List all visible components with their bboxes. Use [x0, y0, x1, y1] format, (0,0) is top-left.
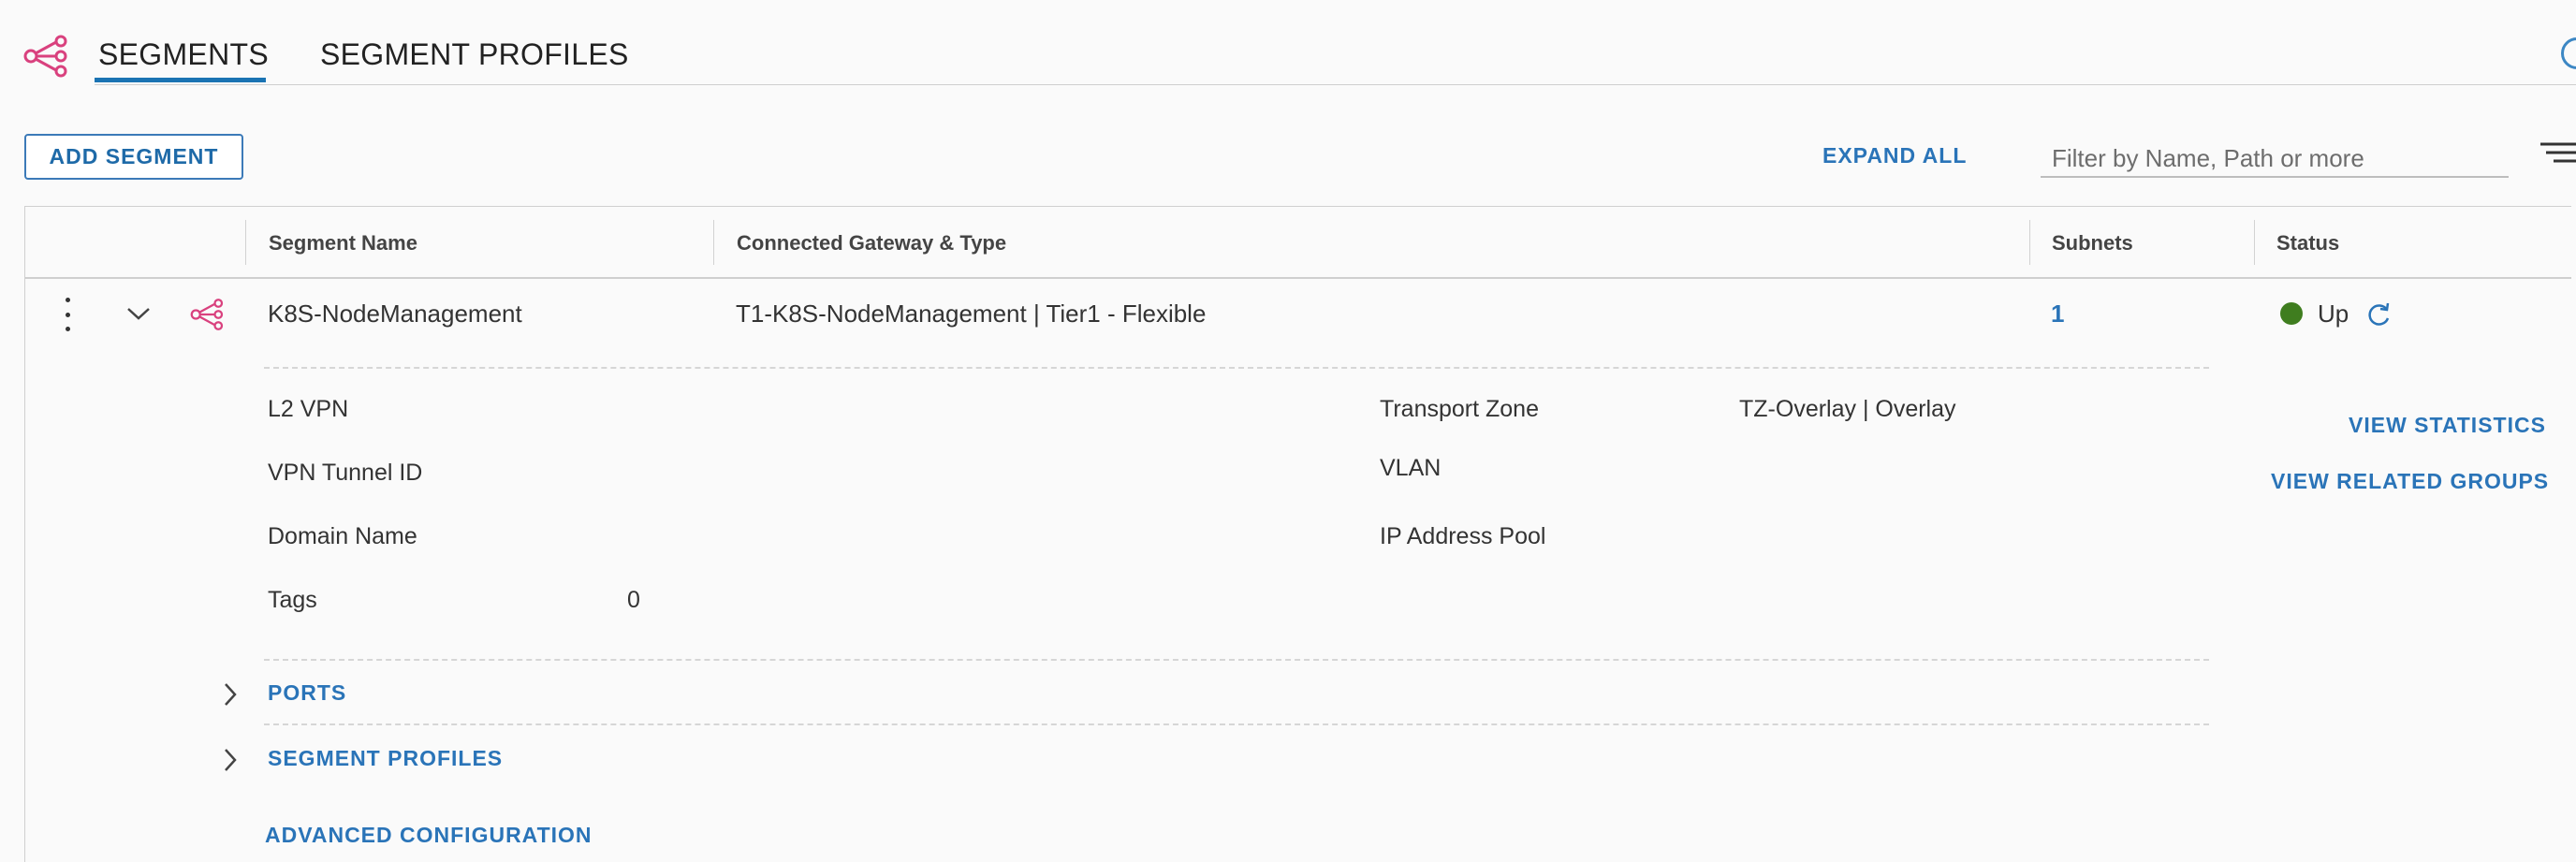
filter-icon[interactable]: [2539, 140, 2576, 168]
chevron-down-icon[interactable]: [125, 304, 152, 323]
segment-profiles-link[interactable]: SEGMENT PROFILES: [268, 746, 503, 771]
filter-input[interactable]: [2041, 131, 2509, 178]
vpn-tunnel-id-label: VPN Tunnel ID: [268, 460, 423, 486]
table-header: Segment Name Connected Gateway & Type Su…: [25, 207, 2571, 279]
status-indicator: [2280, 302, 2303, 325]
segment-name[interactable]: K8S-NodeManagement: [268, 300, 522, 329]
column-status[interactable]: Status: [2276, 231, 2339, 256]
connected-gateway: T1-K8S-NodeManagement | Tier1 - Flexible: [736, 300, 1207, 328]
l2-vpn-label: L2 VPN: [268, 396, 349, 422]
transport-zone-label: Transport Zone: [1380, 396, 1539, 422]
tags-label: Tags: [268, 587, 317, 613]
row-divider: [264, 367, 2209, 369]
transport-zone-value: TZ-Overlay | Overlay: [1739, 396, 1956, 422]
column-connected-gateway[interactable]: Connected Gateway & Type: [737, 231, 1006, 256]
tab-segments[interactable]: SEGMENTS: [98, 37, 269, 72]
subnets-count[interactable]: 1: [2051, 300, 2064, 329]
section-divider: [264, 659, 2209, 661]
column-subnets[interactable]: Subnets: [2052, 231, 2133, 256]
chevron-right-icon[interactable]: [221, 747, 240, 773]
domain-name-label: Domain Name: [268, 523, 417, 549]
view-related-groups-link[interactable]: VIEW RELATED GROUPS: [2271, 469, 2549, 494]
segment-row-icon: [190, 299, 224, 330]
column-separator: [245, 220, 246, 265]
tab-segment-profiles[interactable]: SEGMENT PROFILES: [320, 37, 629, 72]
vlan-label: VLAN: [1380, 455, 1442, 481]
column-segment-name[interactable]: Segment Name: [269, 231, 417, 256]
refresh-icon[interactable]: [2364, 301, 2393, 329]
advanced-configuration-link[interactable]: ADVANCED CONFIGURATION: [265, 823, 593, 848]
expand-all-button[interactable]: EXPAND ALL: [1822, 143, 1967, 168]
help-icon[interactable]: [2561, 37, 2576, 69]
segments-icon: [23, 35, 67, 78]
status-text: Up: [2318, 300, 2349, 328]
section-divider: [264, 723, 2209, 725]
ports-link[interactable]: PORTS: [268, 680, 346, 706]
more-vertical-icon[interactable]: [64, 298, 71, 331]
active-tab-indicator: [95, 78, 266, 82]
column-separator: [2029, 220, 2030, 265]
view-statistics-link[interactable]: VIEW STATISTICS: [2349, 413, 2546, 438]
ip-address-pool-label: IP Address Pool: [1380, 523, 1546, 549]
tags-count[interactable]: 0: [627, 587, 640, 614]
column-separator: [2254, 220, 2255, 265]
tab-divider: [95, 84, 2576, 85]
column-separator: [713, 220, 714, 265]
add-segment-button[interactable]: ADD SEGMENT: [24, 134, 243, 180]
chevron-right-icon[interactable]: [221, 681, 240, 708]
